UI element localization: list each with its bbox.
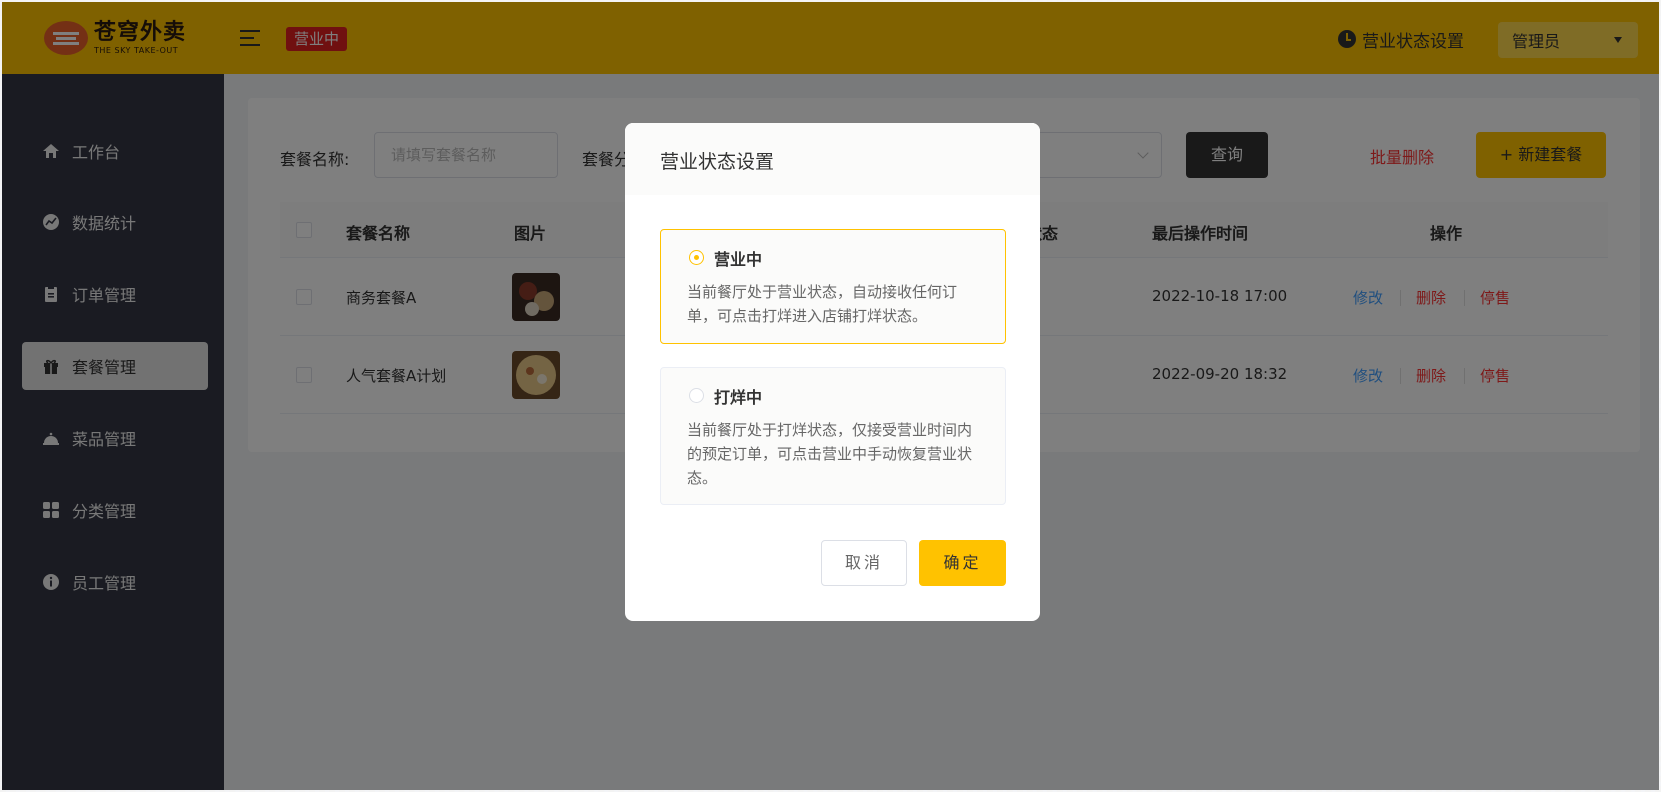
app-frame: 苍穹外卖 THE SKY TAKE-OUT 营业中 营业状态设置 管理员 工作台 <box>0 0 1661 792</box>
cancel-button[interactable]: 取消 <box>821 540 907 586</box>
option-closed[interactable]: 打烊中 当前餐厅处于打烊状态，仅接受营业时间内的预定订单，可点击营业中手动恢复营… <box>660 367 1006 505</box>
option-open-desc: 当前餐厅处于营业状态，自动接收任何订单，可点击打烊进入店铺打烊状态。 <box>687 283 958 325</box>
radio-open[interactable] <box>689 250 704 265</box>
option-closed-title: 打烊中 <box>714 388 763 407</box>
option-closed-desc: 当前餐厅处于打烊状态，仅接受营业时间内的预定订单，可点击营业中手动恢复营业状态。 <box>687 421 973 487</box>
dialog-title: 营业状态设置 <box>660 151 775 173</box>
dialog-header: 营业状态设置 <box>625 123 1040 195</box>
radio-closed[interactable] <box>689 388 704 403</box>
option-open[interactable]: 营业中 当前餐厅处于营业状态，自动接收任何订单，可点击打烊进入店铺打烊状态。 <box>660 229 1006 344</box>
confirm-button[interactable]: 确定 <box>919 540 1006 586</box>
option-open-title: 营业中 <box>714 250 763 269</box>
business-status-dialog: 营业状态设置 营业中 当前餐厅处于营业状态，自动接收任何订单，可点击打烊进入店铺… <box>625 123 1040 621</box>
